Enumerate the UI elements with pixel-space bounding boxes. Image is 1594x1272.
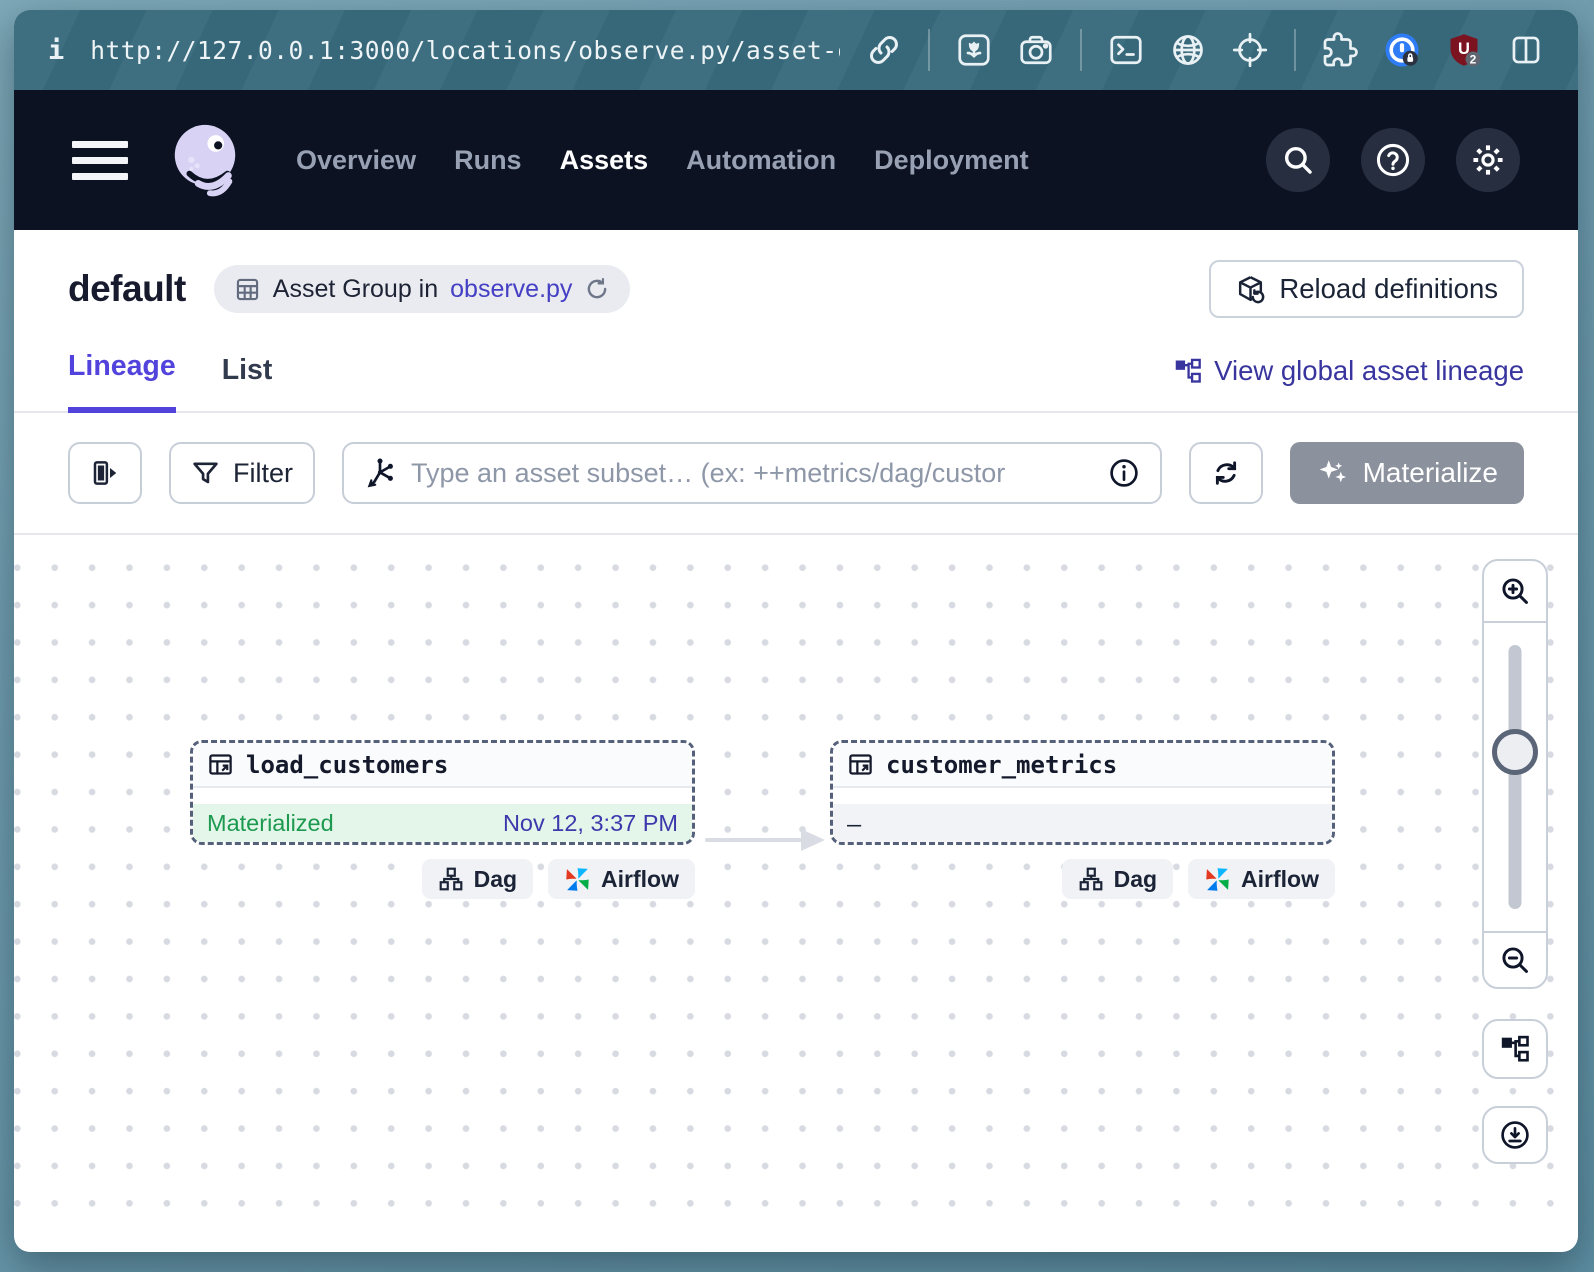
refresh-button[interactable] [1189, 442, 1263, 504]
asset-group-icon [234, 276, 261, 303]
asset-group-badge: Asset Group in observe.py [214, 265, 631, 313]
airflow-tag-badge[interactable]: Airflow [1188, 859, 1335, 899]
sparkles-icon [1316, 456, 1350, 490]
global-lineage-label: View global asset lineage [1214, 355, 1524, 387]
asset-name: load_customers [246, 751, 448, 779]
filter-button[interactable]: Filter [169, 442, 315, 504]
dag-icon [438, 866, 464, 892]
open-sidebar-button[interactable] [68, 442, 142, 504]
dag-tag-label: Dag [1114, 866, 1157, 893]
menu-icon[interactable] [72, 141, 130, 180]
asset-table-icon [847, 751, 874, 778]
airflow-icon [1204, 866, 1231, 893]
url-bar[interactable]: http://127.0.0.1:3000/locations/observe.… [90, 36, 840, 65]
reload-cube-icon [1235, 274, 1266, 305]
airflow-tag-label: Airflow [1241, 866, 1319, 893]
puzzle-icon[interactable] [1322, 32, 1358, 68]
download-icon [1499, 1119, 1531, 1151]
asset-node-load-customers[interactable]: load_customers Materialized Nov 12, 3:37… [190, 740, 695, 845]
nav-item-assets[interactable]: Assets [560, 145, 649, 176]
zoom-in-icon [1499, 575, 1531, 607]
gear-icon[interactable] [1456, 128, 1520, 192]
zoom-out-icon [1499, 944, 1531, 976]
page-header: default Asset Group in observe.py Reload… [14, 230, 1578, 342]
copy-link-icon[interactable] [866, 32, 902, 68]
zoom-controls [1482, 559, 1548, 989]
dag-tag-badge[interactable]: Dag [422, 859, 533, 899]
search-input[interactable] [411, 458, 1093, 489]
toolbar-divider [1080, 29, 1082, 71]
app-navbar: Overview Runs Assets Automation Deployme… [14, 90, 1578, 230]
search-icon[interactable] [1266, 128, 1330, 192]
tab-lineage[interactable]: Lineage [68, 350, 176, 413]
split-view-icon[interactable] [1508, 32, 1544, 68]
shield-badge: 2 [1470, 53, 1477, 67]
sync-icon[interactable] [584, 276, 610, 302]
filter-funnel-icon [191, 459, 220, 488]
asset-group-file-link[interactable]: observe.py [450, 275, 572, 304]
info-icon[interactable] [1108, 457, 1140, 489]
app-window: i http://127.0.0.1:3000/locations/observ… [14, 10, 1578, 1252]
page-title: default [68, 268, 186, 310]
panel-expand-icon [90, 458, 120, 488]
lineage-toolbar: Filter [14, 413, 1578, 535]
primary-nav: Overview Runs Assets Automation Deployme… [296, 145, 1029, 176]
asset-subset-search[interactable] [342, 442, 1162, 504]
asset-name: customer_metrics [886, 751, 1117, 779]
asset-group-label: Asset Group in [273, 275, 438, 304]
airflow-icon [564, 866, 591, 893]
reload-definitions-button[interactable]: Reload definitions [1209, 260, 1524, 318]
page-info-icon[interactable]: i [48, 35, 64, 66]
terminal-icon[interactable] [1108, 32, 1144, 68]
screenshot-camera-icon[interactable] [1018, 32, 1054, 68]
dag-tag-badge[interactable]: Dag [1062, 859, 1173, 899]
dag-tag-label: Dag [474, 866, 517, 893]
target-icon[interactable] [1232, 32, 1268, 68]
lineage-graph-icon [1174, 357, 1202, 385]
lineage-canvas[interactable]: load_customers Materialized Nov 12, 3:37… [14, 535, 1578, 1211]
view-tabs: Lineage List View global asset lineage [14, 342, 1578, 413]
materialized-timestamp: Nov 12, 3:37 PM [503, 810, 678, 837]
airflow-tag-badge[interactable]: Airflow [548, 859, 695, 899]
nav-item-automation[interactable]: Automation [686, 145, 836, 176]
airflow-tag-label: Airflow [601, 866, 679, 893]
dagster-logo[interactable] [166, 119, 244, 201]
asset-status-row: – [833, 804, 1332, 843]
asset-node-customer-metrics[interactable]: customer_metrics – [830, 740, 1335, 845]
toolbar-divider [928, 29, 930, 71]
shield-icon[interactable]: U 2 [1446, 32, 1482, 68]
filter-label: Filter [233, 458, 293, 489]
dag-icon [1078, 866, 1104, 892]
never-materialized-status: – [847, 810, 861, 838]
nav-item-overview[interactable]: Overview [296, 145, 416, 176]
zoom-slider-knob[interactable] [1492, 729, 1538, 775]
zoom-in-button[interactable] [1484, 561, 1546, 623]
materialized-status: Materialized [207, 810, 334, 837]
asset-status-row: Materialized Nov 12, 3:37 PM [193, 804, 692, 843]
extension-flower-icon[interactable] [956, 32, 992, 68]
globe-icon[interactable] [1170, 32, 1206, 68]
help-icon[interactable] [1361, 128, 1425, 192]
materialize-label: Materialize [1363, 457, 1498, 489]
browser-toolbar: i http://127.0.0.1:3000/locations/observ… [14, 10, 1578, 90]
zoom-slider-track[interactable] [1509, 645, 1522, 909]
nav-item-deployment[interactable]: Deployment [874, 145, 1029, 176]
global-lineage-link[interactable]: View global asset lineage [1174, 355, 1524, 411]
lineage-edge-arrow [695, 825, 831, 855]
password-manager-icon[interactable] [1384, 32, 1420, 68]
toolbar-divider [1294, 29, 1296, 71]
materialize-button[interactable]: Materialize [1290, 442, 1524, 504]
refresh-icon [1211, 458, 1241, 488]
reload-definitions-label: Reload definitions [1279, 273, 1498, 305]
relayout-graph-button[interactable] [1482, 1019, 1548, 1079]
asset-graph-icon [364, 457, 396, 489]
download-image-button[interactable] [1482, 1106, 1548, 1164]
asset-table-icon [207, 751, 234, 778]
nav-item-runs[interactable]: Runs [454, 145, 522, 176]
lineage-graph-icon [1500, 1034, 1530, 1064]
zoom-out-button[interactable] [1484, 931, 1546, 987]
tab-list[interactable]: List [222, 354, 273, 411]
zoom-slider[interactable] [1484, 623, 1546, 931]
